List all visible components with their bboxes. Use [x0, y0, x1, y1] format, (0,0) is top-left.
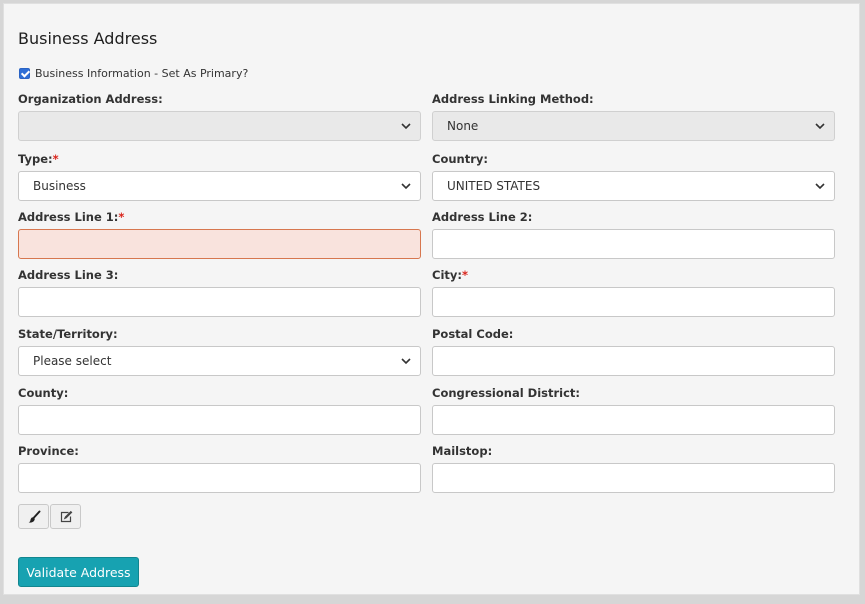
organization-address-label: Organization Address:: [18, 92, 163, 106]
section-title: Business Address: [18, 29, 158, 48]
state-territory-label: State/Territory:: [18, 327, 118, 341]
organization-address-field: Organization Address:: [18, 91, 421, 141]
congressional-district-label: Congressional District:: [432, 386, 581, 400]
address-line-3-input[interactable]: [18, 287, 421, 317]
address-line-1-label: Address Line 1:*: [18, 210, 125, 224]
address-line-2-field: Address Line 2:: [432, 209, 835, 259]
chevron-down-icon: [401, 358, 411, 365]
address-line-2-label: Address Line 2:: [432, 210, 533, 224]
chevron-down-icon: [401, 123, 411, 130]
country-value: UNITED STATES: [447, 179, 541, 193]
country-label: Country:: [432, 152, 488, 166]
city-field: City:*: [432, 267, 835, 317]
address-linking-method-label: Address Linking Method:: [432, 92, 594, 106]
required-marker: *: [118, 210, 125, 224]
address-line-3-field: Address Line 3:: [18, 267, 421, 317]
address-line-2-input[interactable]: [432, 229, 835, 259]
province-label: Province:: [18, 444, 79, 458]
required-marker: *: [52, 152, 59, 166]
postal-code-input[interactable]: [432, 346, 835, 376]
type-field: Type:* Business: [18, 151, 421, 201]
clear-format-button[interactable]: [18, 504, 49, 529]
address-line-1-input[interactable]: [18, 229, 421, 259]
mailstop-input[interactable]: [432, 463, 835, 493]
address-linking-method-field: Address Linking Method: None: [432, 91, 835, 141]
chevron-down-icon: [815, 123, 825, 130]
organization-address-select[interactable]: [18, 111, 421, 141]
county-field: County:: [18, 385, 421, 435]
type-label: Type:*: [18, 152, 59, 166]
business-address-panel: Business Address Business Information - …: [3, 3, 860, 595]
postal-code-label: Postal Code:: [432, 327, 514, 341]
address-line-3-label: Address Line 3:: [18, 268, 119, 282]
country-field: Country: UNITED STATES: [432, 151, 835, 201]
state-territory-field: State/Territory: Please select: [18, 326, 421, 376]
state-territory-value: Please select: [33, 354, 112, 368]
set-primary-label: Business Information - Set As Primary?: [35, 67, 249, 80]
congressional-district-field: Congressional District:: [432, 385, 835, 435]
country-select[interactable]: UNITED STATES: [432, 171, 835, 201]
city-input[interactable]: [432, 287, 835, 317]
mailstop-field: Mailstop:: [432, 443, 835, 493]
paintbrush-icon: [28, 510, 40, 523]
set-primary-option[interactable]: Business Information - Set As Primary?: [19, 67, 248, 80]
city-label: City:*: [432, 268, 468, 282]
province-input[interactable]: [18, 463, 421, 493]
mailstop-label: Mailstop:: [432, 444, 493, 458]
state-territory-select[interactable]: Please select: [18, 346, 421, 376]
address-linking-method-value: None: [447, 119, 479, 133]
congressional-district-input[interactable]: [432, 405, 835, 435]
type-value: Business: [33, 179, 86, 193]
edit-button[interactable]: [50, 504, 81, 529]
required-marker: *: [461, 268, 468, 282]
type-select[interactable]: Business: [18, 171, 421, 201]
address-linking-method-select[interactable]: None: [432, 111, 835, 141]
county-input[interactable]: [18, 405, 421, 435]
validate-address-button[interactable]: Validate Address: [18, 557, 139, 587]
postal-code-field: Postal Code:: [432, 326, 835, 376]
chevron-down-icon: [401, 183, 411, 190]
province-field: Province:: [18, 443, 421, 493]
county-label: County:: [18, 386, 69, 400]
chevron-down-icon: [815, 183, 825, 190]
set-primary-checkbox[interactable]: [19, 68, 30, 79]
edit-icon: [60, 510, 72, 522]
address-line-1-field: Address Line 1:*: [18, 209, 421, 259]
